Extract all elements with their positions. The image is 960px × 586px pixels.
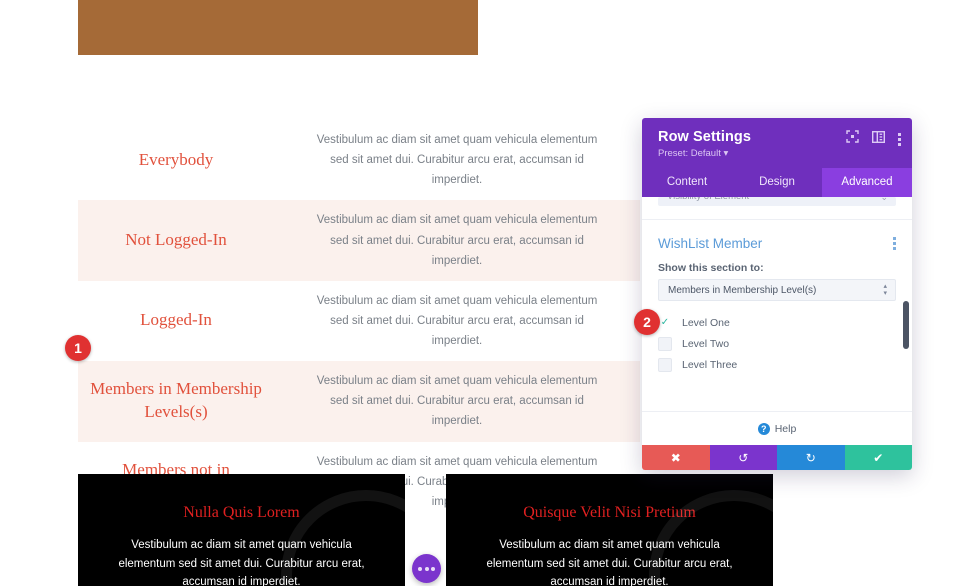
checkbox-unchecked-icon[interactable]	[658, 357, 672, 372]
redo-button[interactable]: ↻	[777, 445, 845, 470]
table-row-description: Vestibulum ac diam sit amet quam vehicul…	[316, 134, 598, 187]
table-row: Logged-In Vestibulum ac diam sit amet qu…	[78, 280, 640, 362]
help-label: Help	[774, 423, 797, 435]
undo-button[interactable]: ↺	[709, 445, 777, 470]
feature-card: Quisque Velit Nisi Pretium Vestibulum ac…	[446, 474, 773, 586]
tab-design[interactable]: Design	[732, 168, 822, 197]
save-button[interactable]: ✔	[844, 445, 912, 470]
select-value: Members in Membership Level(s)	[668, 284, 817, 296]
checkbox-unchecked-icon[interactable]	[658, 336, 672, 351]
ellipsis-icon[interactable]	[412, 554, 441, 583]
focus-target-icon[interactable]	[846, 130, 859, 148]
modal-preset-selector[interactable]: Preset: Default ▾	[658, 148, 898, 159]
wishlist-member-section-header: WishList Member	[642, 220, 912, 251]
clipped-field-label: Visibility of Element	[667, 197, 749, 202]
cancel-button[interactable]: ✖	[642, 445, 710, 470]
checkbox-row-level-three[interactable]: Level Three	[658, 354, 896, 375]
table-row-description: Vestibulum ac diam sit amet quam vehicul…	[316, 375, 598, 428]
modal-tabs: Content Design Advanced	[642, 168, 912, 197]
modal-body: Visibility of Element ⌄ WishList Member …	[642, 197, 912, 411]
modal-header-icons	[846, 130, 901, 148]
more-options-icon[interactable]	[898, 132, 901, 146]
page-canvas: Everybody Vestibulum ac diam sit amet qu…	[0, 0, 960, 586]
checkbox-row-level-one[interactable]: ✓ Level One	[658, 312, 896, 333]
section-options-icon[interactable]	[893, 237, 896, 250]
modal-action-bar: ✖ ↺ ↻ ✔	[642, 445, 912, 470]
chevron-down-icon: ▾	[723, 148, 729, 159]
visibility-options-table: Everybody Vestibulum ac diam sit amet qu…	[78, 120, 640, 522]
tab-advanced[interactable]: Advanced	[822, 168, 912, 197]
panel-layout-icon[interactable]	[871, 130, 886, 148]
show-section-to-select[interactable]: Members in Membership Level(s) ▴ ▾	[658, 279, 896, 301]
annotation-badge-1: 1	[65, 335, 91, 361]
table-row-description: Vestibulum ac diam sit amet quam vehicul…	[316, 294, 598, 347]
checkbox-label: Level Three	[682, 358, 738, 371]
checkbox-checked-icon[interactable]: ✓	[658, 315, 672, 330]
section-title: WishList Member	[658, 236, 763, 251]
table-row: Everybody Vestibulum ac diam sit amet qu…	[78, 120, 640, 201]
table-row-label: Not Logged-In	[125, 230, 227, 250]
modal-help-row: ? Help	[642, 411, 912, 445]
checkbox-label: Level One	[682, 316, 730, 329]
table-row-label: Members in Membership Levels(s)	[90, 379, 262, 422]
show-section-to-label: Show this section to:	[658, 262, 764, 274]
modal-preset-label: Preset: Default	[658, 148, 721, 159]
clipped-field-above[interactable]: Visibility of Element ⌄	[658, 197, 896, 206]
top-banner-block	[78, 0, 478, 55]
tab-content[interactable]: Content	[642, 168, 732, 197]
feature-card: Nulla Quis Lorem Vestibulum ac diam sit …	[78, 474, 405, 586]
checkbox-row-level-two[interactable]: Level Two	[658, 333, 896, 354]
annotation-badge-2: 2	[634, 309, 660, 335]
modal-scrollbar[interactable]	[903, 301, 909, 349]
table-row-label: Everybody	[138, 149, 214, 169]
membership-levels-checklist: ✓ Level One Level Two Level Three	[642, 301, 912, 375]
chevron-down-icon: ⌄	[880, 197, 888, 202]
table-row-label: Logged-In	[140, 310, 212, 330]
row-settings-modal: Row Settings Preset: Default ▾ Content D…	[642, 118, 912, 470]
table-row: Not Logged-In Vestibulum ac diam sit ame…	[78, 200, 640, 281]
checkbox-label: Level Two	[682, 337, 730, 350]
modal-header: Row Settings Preset: Default ▾	[642, 118, 912, 168]
help-button[interactable]: ? Help	[642, 423, 912, 435]
help-icon: ?	[757, 423, 770, 435]
table-row-highlighted: Members in Membership Levels(s) Vestibul…	[78, 361, 640, 442]
select-stepper-icon: ▴ ▾	[883, 282, 887, 297]
table-row-description: Vestibulum ac diam sit amet quam vehicul…	[316, 214, 598, 267]
